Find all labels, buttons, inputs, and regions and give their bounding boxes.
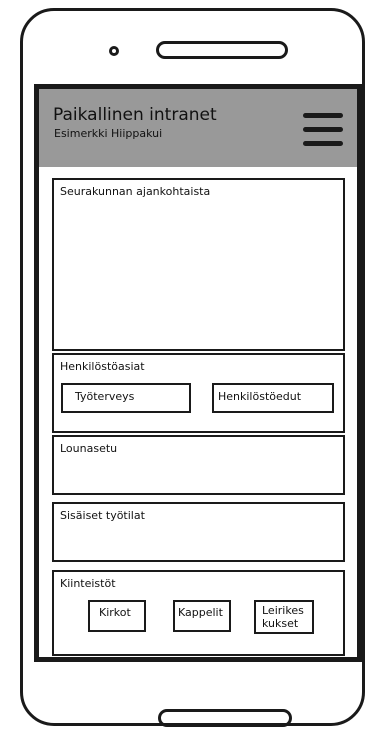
camera-icon: [109, 46, 119, 56]
churches-button[interactable]: Kirkot: [88, 600, 146, 632]
employee-benefits-button[interactable]: Henkilöstöedut: [212, 383, 334, 413]
news-title: Seurakunnan ajankohtaista: [60, 185, 211, 198]
churches-label: Kirkot: [99, 606, 131, 619]
properties-title: Kiinteistöt: [60, 577, 116, 590]
app-subtitle: Esimerkki Hiippakui: [54, 127, 163, 140]
workspaces-title: Sisäiset työtilat: [60, 509, 145, 522]
speaker-slot: [156, 41, 288, 59]
camp-centers-label: Leirikes kukset: [262, 604, 304, 630]
camp-centers-button[interactable]: Leirikes kukset: [254, 600, 314, 634]
chapels-button[interactable]: Kappelit: [173, 600, 231, 632]
phone-screen: Paikallinen intranet Esimerkki Hiippakui…: [34, 84, 362, 662]
occupational-health-label: Työterveys: [75, 390, 135, 403]
app-header: Paikallinen intranet Esimerkki Hiippakui: [39, 89, 357, 167]
news-panel[interactable]: Seurakunnan ajankohtaista: [52, 178, 345, 351]
home-button[interactable]: [158, 709, 292, 727]
lunch-title: Lounasetu: [60, 442, 118, 455]
workspaces-panel[interactable]: Sisäiset työtilat: [52, 502, 345, 562]
hamburger-menu-icon[interactable]: [303, 113, 343, 147]
app-title: Paikallinen intranet: [53, 105, 217, 125]
properties-panel: Kiinteistöt Kirkot Kappelit Leirikes kuk…: [52, 570, 345, 656]
staff-panel: Henkilöstöasiat Työterveys Henkilöstöedu…: [52, 353, 345, 433]
employee-benefits-label: Henkilöstöedut: [218, 390, 302, 403]
chapels-label: Kappelit: [178, 606, 223, 619]
lunch-panel[interactable]: Lounasetu: [52, 435, 345, 495]
staff-title: Henkilöstöasiat: [60, 360, 145, 373]
occupational-health-button[interactable]: Työterveys: [61, 383, 191, 413]
